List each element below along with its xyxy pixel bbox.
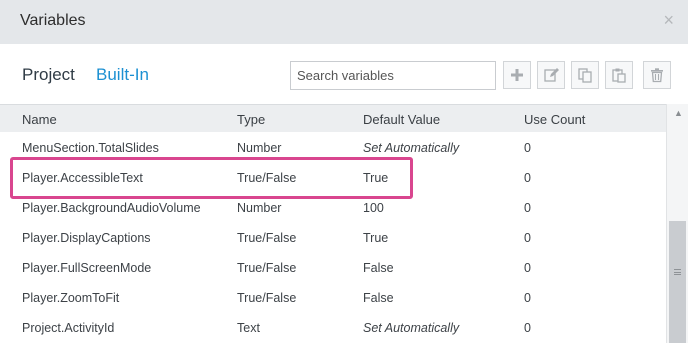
column-header-type[interactable]: Type bbox=[237, 112, 265, 127]
tab-built-in[interactable]: Built-In bbox=[96, 65, 149, 85]
title-bar: Variables × bbox=[0, 0, 688, 44]
variable-default: Set Automatically bbox=[363, 321, 460, 335]
variable-type: Number bbox=[237, 201, 282, 215]
table-row[interactable]: Player.ZoomToFit True/False False 0 bbox=[0, 282, 666, 312]
column-header-name[interactable]: Name bbox=[22, 112, 57, 127]
variable-use-count: 0 bbox=[524, 321, 531, 335]
table-row[interactable]: Project.ActivityId Text Set Automaticall… bbox=[0, 312, 666, 342]
variable-default: False bbox=[363, 261, 394, 275]
variable-name: Player.ZoomToFit bbox=[22, 291, 120, 305]
variable-name: Player.FullScreenMode bbox=[22, 261, 152, 275]
edit-icon bbox=[544, 68, 559, 82]
delete-variable-button[interactable] bbox=[643, 61, 671, 89]
paste-variable-button[interactable] bbox=[605, 61, 633, 89]
add-icon bbox=[511, 69, 523, 81]
table-row[interactable]: Player.FullScreenMode True/False False 0 bbox=[0, 252, 666, 282]
paste-icon bbox=[612, 68, 626, 83]
edit-variable-button[interactable] bbox=[537, 61, 565, 89]
variable-type: Number bbox=[237, 141, 282, 155]
variable-use-count: 0 bbox=[524, 141, 531, 155]
variable-default: True bbox=[363, 231, 389, 245]
copy-variable-button[interactable] bbox=[571, 61, 599, 89]
variable-name: Project.ActivityId bbox=[22, 321, 115, 335]
variable-type: True/False bbox=[237, 291, 297, 305]
scroll-up-icon[interactable]: ▲ bbox=[674, 108, 683, 118]
variable-default: False bbox=[363, 291, 394, 305]
table-row[interactable]: MenuSection.TotalSlides Number Set Autom… bbox=[0, 132, 666, 162]
variable-use-count: 0 bbox=[524, 201, 531, 215]
variable-type: Text bbox=[237, 321, 260, 335]
close-icon[interactable]: × bbox=[663, 10, 674, 30]
tab-project[interactable]: Project bbox=[22, 65, 75, 85]
variable-default: True bbox=[363, 171, 389, 185]
column-header-default-value[interactable]: Default Value bbox=[363, 112, 440, 127]
search-input[interactable] bbox=[290, 61, 496, 90]
vertical-scrollbar[interactable]: ▲ bbox=[666, 104, 688, 343]
grip-icon bbox=[674, 269, 681, 275]
variable-default: Set Automatically bbox=[363, 141, 460, 155]
variable-type: True/False bbox=[237, 231, 297, 245]
table-row[interactable]: Player.DisplayCaptions True/False True 0 bbox=[0, 222, 666, 252]
variable-use-count: 0 bbox=[524, 291, 531, 305]
table-row[interactable]: Player.AccessibleText True/False True 0 bbox=[0, 162, 666, 192]
window-title: Variables bbox=[20, 12, 86, 29]
add-variable-button[interactable] bbox=[503, 61, 531, 89]
variable-name: Player.AccessibleText bbox=[22, 171, 143, 185]
variable-use-count: 0 bbox=[524, 261, 531, 275]
column-header-use-count[interactable]: Use Count bbox=[524, 112, 585, 127]
variable-type: True/False bbox=[237, 171, 297, 185]
variable-use-count: 0 bbox=[524, 231, 531, 245]
variables-table: MenuSection.TotalSlides Number Set Autom… bbox=[0, 132, 666, 342]
variable-name: Player.BackgroundAudioVolume bbox=[22, 201, 201, 215]
table-row[interactable]: Player.BackgroundAudioVolume Number 100 … bbox=[0, 192, 666, 222]
variable-name: Player.DisplayCaptions bbox=[22, 231, 151, 245]
trash-icon bbox=[651, 68, 663, 83]
variable-type: True/False bbox=[237, 261, 297, 275]
variable-use-count: 0 bbox=[524, 171, 531, 185]
table-header: Name Type Default Value Use Count bbox=[0, 104, 688, 132]
variable-default: 100 bbox=[363, 201, 384, 215]
scrollbar-thumb[interactable] bbox=[669, 221, 686, 343]
variable-name: MenuSection.TotalSlides bbox=[22, 141, 159, 155]
toolbar: Project Built-In bbox=[0, 44, 688, 104]
copy-icon bbox=[578, 68, 592, 83]
